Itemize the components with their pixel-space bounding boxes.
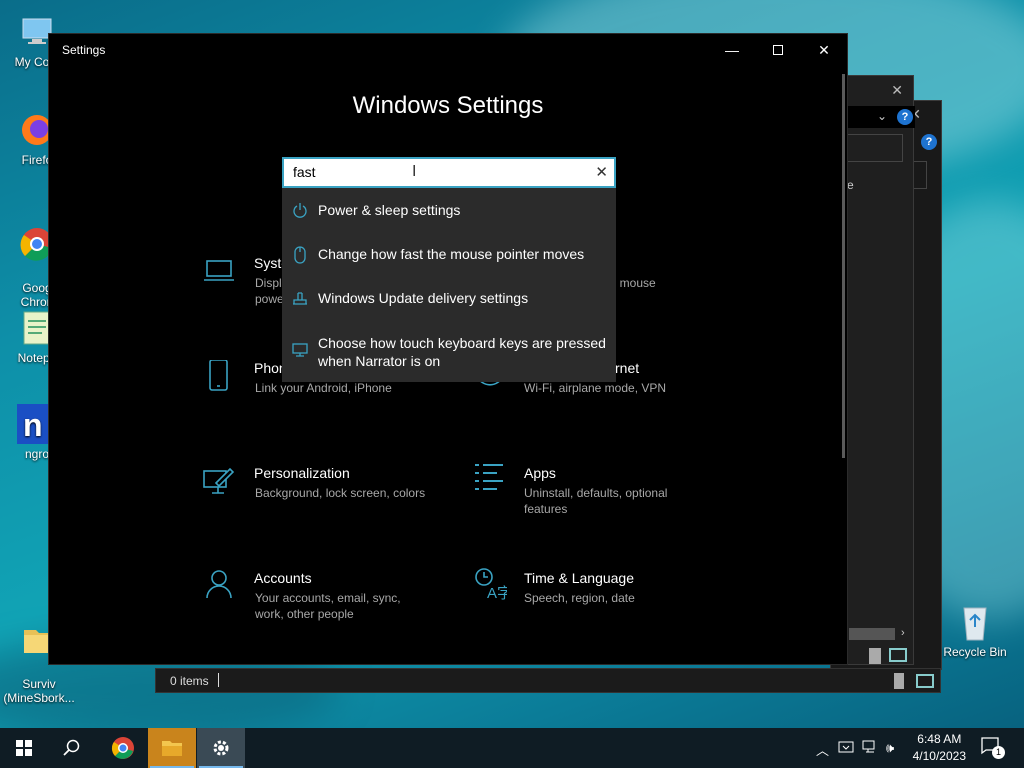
clock-date: 4/10/2023 [912, 749, 966, 763]
laptop-icon [204, 260, 234, 281]
explorer-status-bar: 0 items [155, 668, 941, 693]
apps-icon [475, 464, 503, 490]
taskbar: ︿ 🕪 6:48 AM 4/10/2023 1 [0, 728, 1024, 768]
preview-pane-icon[interactable] [889, 648, 907, 662]
suggestion-label: Power & sleep settings [318, 202, 461, 218]
title-bar[interactable]: Settings — ✕ [49, 34, 847, 66]
minimize-icon: — [725, 42, 739, 58]
category-name: Personalization [254, 465, 350, 481]
explorer-scrollbar[interactable] [849, 628, 895, 640]
search-input[interactable]: fast I ✕ [282, 157, 616, 188]
chevron-down-icon[interactable]: ⌄ [877, 109, 887, 123]
taskbar-search-button[interactable] [48, 728, 96, 768]
recycle-bin-icon [955, 602, 995, 642]
page-title: Windows Settings [352, 92, 544, 119]
clear-search-icon[interactable]: ✕ [595, 163, 608, 181]
close-button[interactable]: ✕ [801, 34, 847, 66]
category-name: Time & Language [524, 570, 634, 586]
search-input-value[interactable]: fast [293, 164, 316, 180]
category-description: Speech, region, date [524, 591, 635, 605]
maximize-button[interactable] [755, 34, 801, 66]
suggestion-label: Change how fast the mouse pointer moves [318, 246, 585, 262]
suggestion-item[interactable]: Choose how touch keyboard keys are press… [282, 334, 616, 370]
preview-pane-icon[interactable] [916, 674, 934, 688]
suggestion-label: Windows Update delivery settings [318, 290, 529, 306]
notification-center-button[interactable]: 1 [980, 736, 1005, 760]
category-name: rnet [615, 360, 640, 376]
chevron-right-icon[interactable]: › [901, 627, 905, 639]
taskbar-settings-button[interactable] [197, 728, 245, 768]
category-description: Background, lock screen, colors [255, 486, 426, 500]
network-icon[interactable] [862, 740, 880, 757]
start-button[interactable] [0, 728, 48, 768]
narrator-icon [282, 334, 318, 358]
search-suggestions: Power & sleep settings Change how fast t… [282, 188, 616, 382]
mouse-icon [282, 245, 318, 264]
category-description: Link your Android, iPhone [255, 381, 392, 395]
search-icon [63, 739, 80, 756]
volume-icon[interactable]: 🕪 [886, 740, 894, 756]
minimize-button[interactable]: — [709, 34, 755, 66]
phone-icon [209, 360, 228, 391]
start-icon [16, 740, 32, 756]
help-icon[interactable]: ? [921, 134, 937, 150]
category-name: Accounts [254, 570, 312, 586]
window-title: Settings [62, 43, 106, 57]
item-count: 0 items [170, 674, 209, 688]
close-icon: ✕ [818, 41, 830, 58]
clock-time: 6:48 AM [917, 732, 962, 746]
suggestion-item[interactable]: Windows Update delivery settings [282, 289, 616, 307]
personalization-icon [203, 467, 235, 494]
details-view-icon[interactable] [894, 673, 904, 689]
details-view-icon[interactable] [869, 648, 881, 664]
category-description: Uninstall, defaults, optional features [524, 486, 668, 516]
taskbar-chrome-button[interactable] [99, 728, 147, 768]
maximize-icon [773, 45, 783, 55]
category-name: Apps [524, 465, 556, 481]
desktop-icon-recycle-bin[interactable]: Recycle Bin [938, 602, 1012, 659]
settings-window[interactable]: Settings — ✕ Windows Settings fast I ✕ P… [48, 33, 848, 665]
show-hidden-icons-icon[interactable]: ︿ [816, 740, 829, 759]
desktop-icon-label: Recycle Bin [943, 645, 1007, 659]
close-icon[interactable]: ✕ [891, 82, 903, 99]
accounts-icon [206, 570, 232, 599]
svg-text:n: n [23, 407, 43, 443]
time-language-icon: A字 [475, 568, 507, 600]
text-cursor-icon: I [412, 163, 417, 180]
category-description: , mouse [613, 276, 656, 290]
power-icon [282, 201, 318, 218]
network-status-icon[interactable] [838, 740, 856, 757]
category-description: Wi-Fi, airplane mode, VPN [524, 381, 667, 395]
file-explorer-icon [162, 741, 182, 756]
clock[interactable]: 6:48 AM 4/10/2023 [913, 731, 966, 765]
taskbar-file-explorer-button[interactable] [148, 728, 196, 768]
explorer-partial-text: e [847, 178, 854, 192]
settings-icon [213, 740, 229, 756]
category-description: Your accounts, email, sync, work, other … [255, 591, 401, 621]
text-cursor [218, 673, 219, 687]
scrollbar[interactable] [842, 74, 845, 458]
desktop-icon-label: Surviv (MineSbork... [3, 677, 75, 705]
suggestion-item[interactable]: Power & sleep settings [282, 201, 616, 219]
chrome-icon [111, 737, 134, 759]
suggestion-item[interactable]: Change how fast the mouse pointer moves [282, 245, 616, 264]
help-icon[interactable]: ? [897, 109, 913, 125]
suggestion-label: Choose how touch keyboard keys are press… [318, 335, 606, 369]
notification-badge: 1 [992, 746, 1005, 759]
delivery-icon [282, 289, 318, 306]
svg-text:A字: A字 [487, 585, 507, 600]
